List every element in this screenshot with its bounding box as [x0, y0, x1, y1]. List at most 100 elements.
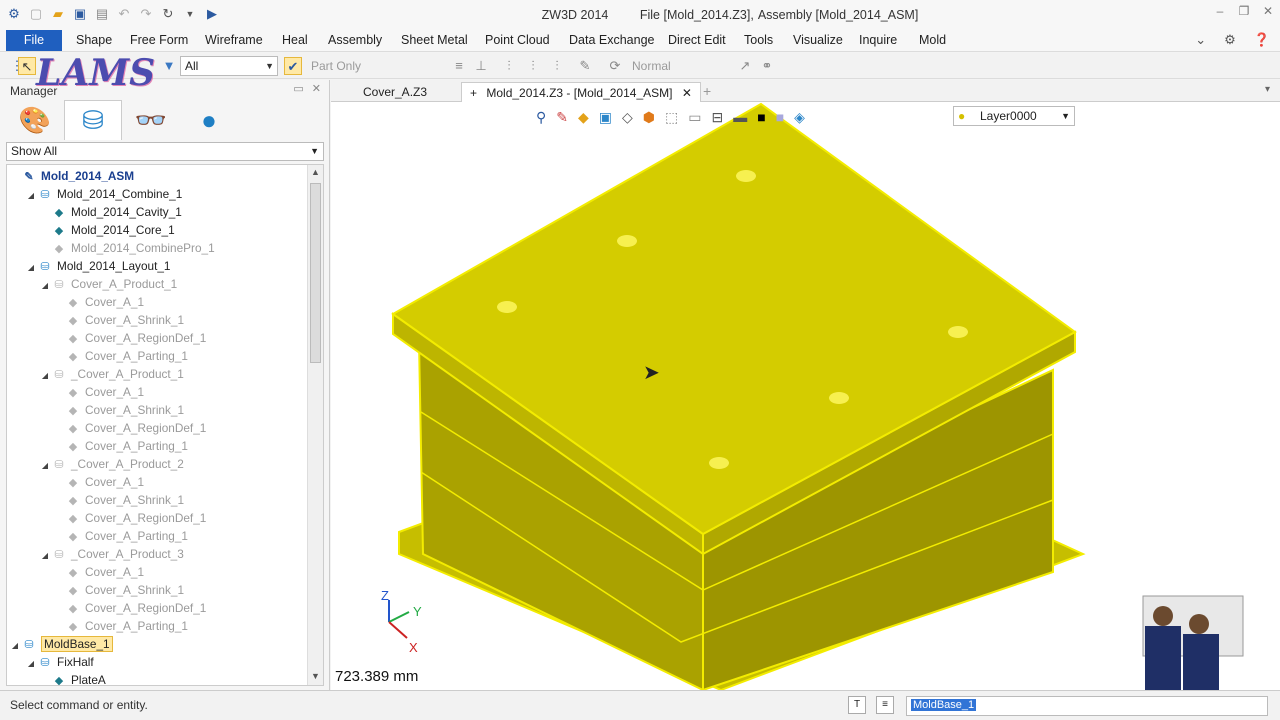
tab-list-icon[interactable]: ▾	[1265, 84, 1270, 95]
refresh-icon[interactable]: ⟳	[606, 57, 624, 75]
scroll-up-icon[interactable]: ▲	[308, 167, 323, 177]
tree-item[interactable]: ◆ Cover_A_Parting_1	[53, 437, 188, 455]
layer-select[interactable]: ● Layer0000 ▼	[953, 106, 1075, 126]
align-icon[interactable]: ⫶	[500, 57, 518, 75]
tree-item[interactable]: ◢ ⛁ FixHalf	[25, 653, 94, 671]
tab-palette[interactable]: 🎨	[6, 100, 64, 140]
tree-item[interactable]: ◆ Mold_2014_Cavity_1	[39, 203, 182, 221]
menu-point-cloud[interactable]: Point Cloud	[485, 30, 550, 51]
scroll-down-icon[interactable]: ▼	[308, 671, 323, 681]
tree-item[interactable]: ◆ Cover_A_Shrink_1	[53, 401, 184, 419]
menu-inquire[interactable]: Inquire	[859, 30, 897, 51]
tab-history[interactable]: ⛁	[64, 100, 122, 140]
pin-icon[interactable]: ✎	[576, 57, 594, 75]
tree-item[interactable]: ✎ Mold_2014_ASM	[9, 167, 134, 185]
tab-view[interactable]: 👓	[122, 100, 180, 140]
menu-tools[interactable]: Tools	[744, 30, 773, 51]
tree-item[interactable]: ◆ Cover_A_Parting_1	[53, 527, 188, 545]
tree-item[interactable]: ◆ Cover_A_1	[53, 473, 144, 491]
tab-close-icon[interactable]: ✕	[682, 86, 692, 100]
solid-icon[interactable]: ◆	[578, 109, 589, 126]
tree-item[interactable]: ◆ Cover_A_Shrink_1	[53, 491, 184, 509]
3d-viewport[interactable]: Z Y X ⚲ ✎ ◆ ▣ ◇ ⬢ ⬚ ▭ ⊟ ▬ ■ ■ ◈ ● Layer0…	[331, 102, 1280, 690]
expand-triangle-icon[interactable]: ◢	[25, 187, 37, 205]
list-icon[interactable]: ≡	[876, 696, 894, 714]
tree-item[interactable]: ◆ Cover_A_RegionDef_1	[53, 509, 207, 527]
clip-icon[interactable]: ▭	[688, 109, 701, 126]
layer-icon[interactable]: ◈	[794, 109, 805, 126]
restore-icon[interactable]: ❐	[1232, 4, 1256, 18]
expand-triangle-icon[interactable]: ◢	[39, 457, 51, 475]
tree-item[interactable]: ◢ ⛁ Cover_A_Product_1	[39, 275, 177, 293]
panel-close-icon[interactable]: ✕	[312, 82, 321, 95]
panel-pin-icon[interactable]: ▭	[293, 82, 303, 95]
expand-triangle-icon[interactable]: ◢	[39, 547, 51, 565]
menu-direct-edit[interactable]: Direct Edit	[668, 30, 726, 51]
tab-visual[interactable]: ●	[180, 100, 238, 140]
pick-filter-select[interactable]: All ▼	[180, 56, 278, 76]
section-icon[interactable]: ⬚	[665, 109, 678, 126]
tree-item[interactable]: ◆ Cover_A_RegionDef_1	[53, 599, 207, 617]
align-center-icon[interactable]: ⫶	[524, 57, 542, 75]
wire-cube-icon[interactable]: ◇	[622, 109, 633, 126]
menu-file[interactable]: File	[6, 30, 62, 51]
expand-triangle-icon[interactable]: ◢	[25, 259, 37, 277]
color-black-icon[interactable]: ■	[757, 109, 765, 125]
command-input-icon[interactable]: T	[848, 696, 866, 714]
cube-blue-icon[interactable]: ▣	[599, 109, 612, 126]
part-only-select[interactable]: Part Only	[307, 56, 441, 76]
scroll-thumb[interactable]	[310, 183, 321, 363]
dimension-icon[interactable]: ⊟	[712, 109, 724, 126]
tree-item[interactable]: ◢ ⛁ _Cover_A_Product_2	[39, 455, 184, 473]
menu-visualize[interactable]: Visualize	[793, 30, 843, 51]
snap-point-icon[interactable]: ⊥	[472, 57, 490, 75]
tree-item[interactable]: ◆ Cover_A_RegionDef_1	[53, 419, 207, 437]
menu-shape[interactable]: Shape	[76, 30, 112, 51]
selection-input[interactable]: MoldBase_1	[906, 696, 1268, 716]
tree-item[interactable]: ◆ Cover_A_1	[53, 293, 144, 311]
pick-arrow-icon[interactable]: ↖	[18, 57, 36, 75]
close-icon[interactable]: ✕	[1256, 4, 1280, 18]
tree-item[interactable]: ◆ Mold_2014_Core_1	[39, 221, 175, 239]
menu-assembly[interactable]: Assembly	[328, 30, 382, 51]
settings-gear-icon[interactable]: ⚙	[1224, 32, 1236, 48]
expand-triangle-icon[interactable]: ◢	[9, 637, 21, 655]
brush-icon[interactable]: ✎	[556, 109, 568, 126]
tree-item[interactable]: ◆ Cover_A_Shrink_1	[53, 581, 184, 599]
menu-wireframe[interactable]: Wireframe	[205, 30, 263, 51]
walk-icon[interactable]: ⚲	[536, 109, 546, 126]
tree-item[interactable]: ◆ Cover_A_1	[53, 563, 144, 581]
collapse-ribbon-icon[interactable]: ⌄	[1195, 32, 1206, 48]
tree-item[interactable]: ◢ ⛁ _Cover_A_Product_3	[39, 545, 184, 563]
tree-item[interactable]: ◢ ⛁ Mold_2014_Combine_1	[25, 185, 182, 203]
doc-tab-mold[interactable]: + Mold_2014.Z3 - [Mold_2014_ASM] ✕	[461, 82, 701, 102]
menu-heal[interactable]: Heal	[282, 30, 308, 51]
tree-item[interactable]: ◆ Cover_A_Parting_1	[53, 617, 188, 635]
menu-sheet-metal[interactable]: Sheet Metal	[401, 30, 468, 51]
tree-item[interactable]: ◢ ⛁ Mold_2014_Layout_1	[25, 257, 171, 277]
menu-data-exchange[interactable]: Data Exchange	[569, 30, 654, 51]
new-tab-icon[interactable]: +	[703, 83, 711, 99]
menu-free-form[interactable]: Free Form	[130, 30, 188, 51]
tree-item[interactable]: ◆ Cover_A_Shrink_1	[53, 311, 184, 329]
tree-item[interactable]: ◆ Cover_A_1	[53, 383, 144, 401]
color-lavender-icon[interactable]: ■	[776, 109, 784, 125]
tree-item[interactable]: ◆ PlateA	[39, 671, 106, 685]
tree-item[interactable]: ◢ ⛁ MoldBase_1	[9, 635, 113, 653]
display-icon[interactable]: ▬	[733, 109, 747, 125]
tree-item[interactable]: ◢ ⛁ _Cover_A_Product_1	[39, 365, 184, 383]
part-filter-toggle-icon[interactable]: ✔	[284, 57, 302, 75]
expand-triangle-icon[interactable]: ◢	[25, 655, 37, 673]
minimize-icon[interactable]: –	[1208, 4, 1232, 18]
link-icon[interactable]: ⚭	[758, 57, 776, 75]
align-right-icon[interactable]: ⫶	[548, 57, 566, 75]
tree-item[interactable]: ◆ Mold_2014_CombinePro_1	[39, 239, 215, 257]
show-filter-select[interactable]: Show All ▼	[6, 142, 324, 161]
menu-mold[interactable]: Mold	[919, 30, 946, 51]
tree-item[interactable]: ◆ Cover_A_RegionDef_1	[53, 329, 207, 347]
tree-item[interactable]: ◆ Cover_A_Parting_1	[53, 347, 188, 365]
filter-icon[interactable]: ▼	[160, 57, 178, 75]
render-icon[interactable]: ⬢	[643, 109, 655, 126]
expand-triangle-icon[interactable]: ◢	[39, 277, 51, 295]
tree-scrollbar[interactable]: ▲ ▼	[307, 165, 323, 685]
